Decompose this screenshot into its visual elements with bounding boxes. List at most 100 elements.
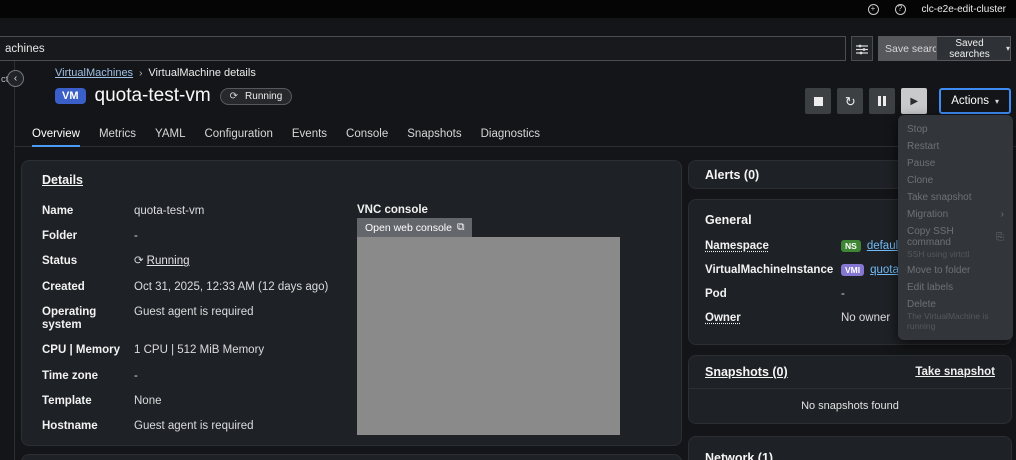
restart-icon: ↻ [844, 93, 856, 109]
detail-label: Status [42, 255, 78, 268]
detail-tabs: Overview Metrics YAML Configuration Even… [15, 121, 1016, 147]
details-list: Name quota-test-vm Folder - Status ⟳ Runn… [42, 205, 347, 433]
search-toolbar: Save search Saved searches ▾ [0, 36, 1016, 61]
bottom-card [21, 454, 682, 460]
menu-item-stop[interactable]: Stop [898, 121, 1013, 138]
menu-item-delete[interactable]: Delete The VirtualMachine is running [898, 296, 1013, 334]
actions-label: Actions [951, 95, 989, 107]
detail-value: - [134, 369, 138, 382]
menu-item-description: SSH using virtctl [907, 249, 970, 259]
detail-label: Folder [42, 230, 78, 243]
menu-item-clone[interactable]: Clone [898, 172, 1013, 189]
menu-item-pause[interactable]: Pause [898, 155, 1013, 172]
snapshots-empty-message: No snapshots found [801, 400, 899, 412]
search-filter-button[interactable] [851, 36, 873, 61]
namespace-link[interactable]: default [867, 240, 902, 252]
stop-button[interactable] [805, 88, 832, 114]
create-plus-icon[interactable]: + [867, 3, 879, 15]
vnc-console-canvas[interactable] [357, 237, 620, 435]
page-header: VM quota-test-vm ⟳ Running [55, 85, 293, 107]
snapshots-card-header: Snapshots (0) Take snapshot [689, 356, 1011, 389]
status-running-link[interactable]: Running [147, 255, 190, 267]
saved-searches-label: Saved searches [949, 37, 990, 60]
tab-configuration[interactable]: Configuration [204, 121, 272, 146]
tab-snapshots[interactable]: Snapshots [407, 121, 461, 146]
details-card-title[interactable]: Details [42, 173, 83, 187]
chevron-left-icon: ‹ [13, 73, 18, 84]
detail-label: Hostname [42, 419, 98, 432]
pod-label: Pod [705, 288, 727, 300]
sync-icon: ⟳ [134, 255, 144, 268]
open-web-console-label: Open web console [365, 221, 452, 234]
snapshots-card-title[interactable]: Snapshots (0) [705, 365, 788, 379]
breadcrumb-virtualmachines-link[interactable]: VirtualMachines [55, 67, 133, 79]
tab-metrics[interactable]: Metrics [99, 121, 136, 146]
detail-label: Operating system [42, 305, 97, 332]
menu-item-copy-ssh-command[interactable]: Copy SSH command ⎘ SSH using virtctl [898, 223, 1013, 262]
take-snapshot-link[interactable]: Take snapshot [915, 366, 995, 378]
help-icon[interactable]: ? [894, 3, 906, 15]
vm-controls: ↻ ▶ Actions ▾ [805, 88, 1011, 114]
detail-label: Template [42, 394, 92, 407]
start-button[interactable]: ▶ [901, 88, 928, 114]
status-label: Running [245, 90, 283, 102]
menu-item-move-to-folder[interactable]: Move to folder [898, 262, 1013, 279]
breadcrumb: VirtualMachines › VirtualMachine details [55, 67, 256, 79]
actions-dropdown-button[interactable]: Actions ▾ [939, 88, 1011, 114]
detail-value: quota-test-vm [134, 205, 205, 217]
detail-value: 1 CPU | 512 MiB Memory [134, 344, 265, 357]
alerts-card-title[interactable]: Alerts (0) [705, 168, 759, 182]
menu-item-description: The VirtualMachine is running [907, 311, 989, 331]
menu-item-migration[interactable]: Migration › [898, 206, 1013, 223]
pause-button[interactable] [869, 88, 896, 114]
detail-value: Oct 31, 2025, 12:33 AM (12 days ago) [134, 280, 329, 293]
tab-yaml[interactable]: YAML [155, 121, 185, 146]
vm-resource-badge: VM [55, 88, 86, 104]
vmi-label: VirtualMachineInstance [705, 264, 834, 276]
detail-value: Guest agent is required [134, 419, 254, 432]
pause-icon [878, 96, 887, 106]
detail-label: Created [42, 280, 85, 293]
status-badge[interactable]: ⟳ Running [219, 87, 293, 105]
detail-value: None [134, 394, 162, 407]
sidebar-collapse-toggle[interactable]: ‹ [7, 70, 24, 87]
menu-item-restart[interactable]: Restart [898, 138, 1013, 155]
tab-diagnostics[interactable]: Diagnostics [481, 121, 540, 146]
owner-label[interactable]: Owner [705, 312, 837, 324]
external-link-icon: ⧉ [456, 221, 465, 233]
menu-item-take-snapshot[interactable]: Take snapshot [898, 189, 1013, 206]
collapsed-sidebar [0, 61, 15, 460]
saved-searches-dropdown[interactable]: Saved searches ▾ [936, 36, 1011, 61]
actions-menu: Stop Restart Pause Clone Take snapshot M… [898, 115, 1013, 340]
detail-value: Guest agent is required [134, 305, 254, 318]
breadcrumb-separator-icon: › [139, 67, 143, 79]
network-card: Network (1) [688, 436, 1012, 460]
sliders-icon [856, 43, 868, 55]
search-input[interactable] [0, 36, 846, 61]
copy-icon: ⎘ [996, 231, 1004, 243]
details-card: Details Name quota-test-vm Folder - Stat… [21, 160, 682, 446]
detail-label: CPU | Memory [42, 344, 120, 357]
play-icon: ▶ [910, 95, 919, 107]
network-card-title[interactable]: Network (1) [705, 451, 773, 460]
detail-value: - [134, 230, 138, 243]
tab-overview[interactable]: Overview [32, 121, 80, 147]
masthead: + ? clc-e2e-edit-cluster [0, 0, 1016, 18]
submenu-arrow-icon: › [1000, 209, 1004, 220]
snapshots-card: Snapshots (0) Take snapshot No snapshots… [688, 355, 1012, 424]
tab-console[interactable]: Console [346, 121, 388, 146]
sync-icon: ⟳ [229, 90, 239, 102]
restart-button[interactable]: ↻ [837, 88, 864, 114]
menu-item-edit-labels[interactable]: Edit labels [898, 279, 1013, 296]
vm-details-page: + ? clc-e2e-edit-cluster Save search Sav… [0, 0, 1016, 460]
detail-value-status: ⟳ Running [134, 255, 347, 268]
open-web-console-button[interactable]: Open web console ⧉ [357, 218, 473, 237]
tab-events[interactable]: Events [292, 121, 327, 146]
namespace-badge: NS [841, 240, 861, 252]
namespace-label[interactable]: Namespace [705, 240, 837, 252]
chevron-down-icon: ▾ [1005, 44, 1010, 53]
cluster-name[interactable]: clc-e2e-edit-cluster [922, 4, 1006, 15]
vmi-badge: VMI [841, 264, 865, 276]
chevron-down-icon: ▾ [994, 96, 999, 106]
stop-icon [813, 96, 823, 106]
